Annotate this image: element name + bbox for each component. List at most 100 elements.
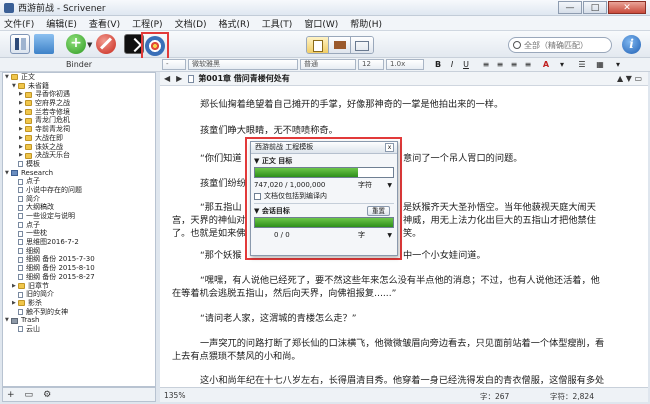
binder-item[interactable]: 简介 <box>3 195 155 204</box>
maximize-button[interactable]: □ <box>583 1 607 14</box>
binder-item[interactable]: 大纲稿改 <box>3 203 155 212</box>
weight-select[interactable]: 普通 <box>300 59 356 70</box>
menu-file[interactable]: 文件(F) <box>4 17 34 30</box>
table-icon[interactable]: ▦ <box>594 59 606 70</box>
binder-item[interactable]: 思维图2016-7-2 <box>3 238 155 247</box>
menu-project[interactable]: 工程(P) <box>132 17 162 30</box>
binder-item[interactable]: ▶ 决战天乐台 <box>3 151 155 160</box>
corkboard-view-icon[interactable] <box>329 37 351 53</box>
style-select[interactable]: - <box>162 59 186 70</box>
align-right-icon[interactable]: ≡ <box>508 59 520 70</box>
menu-bar: 文件(F) 编辑(E) 查看(V) 工程(P) 文档(D) 格式(R) 工具(T… <box>0 16 650 31</box>
binder-item[interactable]: ▶ 诛妖之战 <box>3 143 155 152</box>
document-icon <box>18 308 23 315</box>
compile-checkbox-label: 文档仅包括到编译内 <box>264 192 327 200</box>
binder-item[interactable]: 细纲 备份 2015-8-27 <box>3 273 155 282</box>
add-icon[interactable]: + <box>7 390 15 400</box>
binder-item[interactable]: ▶ 空府界之战 <box>3 99 155 108</box>
binder-item-trash[interactable]: ▼ Trash <box>3 316 155 325</box>
menu-view[interactable]: 查看(V) <box>89 17 120 30</box>
dialog-title-bar: 西游前战 工程模板 x <box>251 142 397 154</box>
binder-item[interactable]: ▶ 大战在即 <box>3 134 155 143</box>
font-select[interactable]: 微软雅黑 <box>188 59 298 70</box>
binder-item[interactable]: ▶ 寺前青龙祠 <box>3 125 155 134</box>
reset-button[interactable]: 重置 <box>367 206 390 216</box>
highlight-icon[interactable]: ▾ <box>556 59 568 70</box>
add-document-icon[interactable]: + <box>66 34 86 54</box>
binder-item[interactable]: ▶ 青龙门危机 <box>3 116 155 125</box>
binder-item-research[interactable]: ▼ Research <box>3 169 155 178</box>
binder-item[interactable]: ▶ 旧章节 <box>3 282 155 291</box>
binder-item[interactable]: 细纲 备份 2015-7-30 <box>3 255 155 264</box>
outliner-view-icon[interactable] <box>351 37 373 53</box>
text-color-icon[interactable]: A <box>540 59 552 70</box>
paragraph: 中一个小女娃问道。 <box>403 250 486 261</box>
search-input[interactable] <box>524 40 608 50</box>
scrivenings-view-icon[interactable] <box>307 37 329 53</box>
back-icon[interactable]: ◀ <box>164 74 170 83</box>
menu-help[interactable]: 帮助(H) <box>350 17 382 30</box>
compile-checkbox-row[interactable]: 文档仅包括到编译内 <box>254 191 394 202</box>
paragraph: 上去有点猥琐不禁风的小和尚。 <box>172 351 301 362</box>
bold-button[interactable]: B <box>432 59 444 70</box>
zoom-level[interactable]: 135% <box>164 391 185 400</box>
draft-target-heading[interactable]: ▼ 正文 目标 <box>254 156 394 166</box>
binder-item[interactable]: 一些设定与说明 <box>3 212 155 221</box>
justify-icon[interactable]: ≡ <box>522 59 534 70</box>
binder-item[interactable]: 一些枕 <box>3 229 155 238</box>
menu-format[interactable]: 格式(R) <box>219 17 250 30</box>
binder-label: Binder <box>66 60 93 69</box>
dialog-close-icon[interactable]: x <box>385 143 394 152</box>
menu-tools[interactable]: 工具(T) <box>262 17 293 30</box>
search-box[interactable] <box>508 37 612 53</box>
session-unit[interactable]: 字 <box>358 230 365 241</box>
paragraph: 这小和尚年纪在十七八岁左右，长得眉清目秀。他穿着一身已经洗得发白的青衣僧服，这僧… <box>200 375 605 386</box>
delete-icon[interactable] <box>96 34 116 54</box>
italic-button[interactable]: I <box>446 59 458 70</box>
session-count[interactable]: 0 / 0 <box>274 230 290 241</box>
close-button[interactable]: ✕ <box>608 1 646 14</box>
binder-item[interactable]: 细纲 备份 2015-8-10 <box>3 264 155 273</box>
binder-item[interactable]: ▼ 未省籍 <box>3 82 155 91</box>
binder-item[interactable]: 触不到的女神 <box>3 308 155 317</box>
settings-icon[interactable]: ⚙ <box>43 390 51 400</box>
more-format-icon[interactable]: ▾ <box>612 59 624 70</box>
binder-toggle-icon[interactable] <box>10 34 30 54</box>
menu-document[interactable]: 文档(D) <box>175 17 207 30</box>
document-icon <box>18 274 23 281</box>
chevron-down-icon[interactable]: ▼ <box>387 230 392 241</box>
align-left-icon[interactable]: ≡ <box>480 59 492 70</box>
binder-item[interactable]: 点子 <box>3 177 155 186</box>
list-icon[interactable]: ☰ <box>576 59 588 70</box>
size-select[interactable]: 12 <box>358 59 384 70</box>
binder-item[interactable]: ▶ 兰若寺修境 <box>3 108 155 117</box>
underline-button[interactable]: U <box>460 59 472 70</box>
binder-item[interactable]: 小说中存在的问题 <box>3 186 155 195</box>
forward-icon[interactable]: ▶ <box>176 74 182 83</box>
binder-item[interactable]: ▶ 影杀 <box>3 299 155 308</box>
menu-edit[interactable]: 编辑(E) <box>46 17 77 30</box>
binder-item[interactable]: 旧的简介 <box>3 290 155 299</box>
folder-icon[interactable] <box>34 34 54 54</box>
draft-progress-bar <box>254 167 394 178</box>
inspector-icon[interactable]: i <box>622 35 641 54</box>
binder-item[interactable]: ▶ 寻香你初遇 <box>3 90 155 99</box>
minimize-button[interactable]: — <box>558 1 582 14</box>
binder-item[interactable]: 模板 <box>3 160 155 169</box>
document-icon <box>188 74 195 83</box>
draft-unit[interactable]: 字符 <box>358 180 372 191</box>
new-folder-icon[interactable]: ▭ <box>25 390 34 400</box>
header-controls[interactable]: ▲ ▼ ▭ <box>617 74 642 83</box>
binder-item[interactable]: 云山 <box>3 325 155 334</box>
draft-count[interactable]: 747,020 / 1,000,000 <box>254 180 325 191</box>
compile-checkbox[interactable] <box>254 193 261 200</box>
chevron-down-icon[interactable]: ▼ <box>387 180 392 191</box>
paragraph: “那五指山 <box>200 202 242 213</box>
spacing-select[interactable]: 1.0x <box>386 59 424 70</box>
binder-item-draft[interactable]: ▼ 正文 <box>3 73 155 82</box>
folder-icon <box>18 282 25 289</box>
align-center-icon[interactable]: ≡ <box>494 59 506 70</box>
menu-window[interactable]: 窗口(W) <box>304 17 338 30</box>
add-dropdown-icon[interactable]: ▼ <box>87 41 92 49</box>
editor-text[interactable]: 郑长仙掬着绝望着自己摊开的手掌，好像那神奇的一掌是他拍出来的一样。 孩童们睁大眼… <box>160 86 648 387</box>
